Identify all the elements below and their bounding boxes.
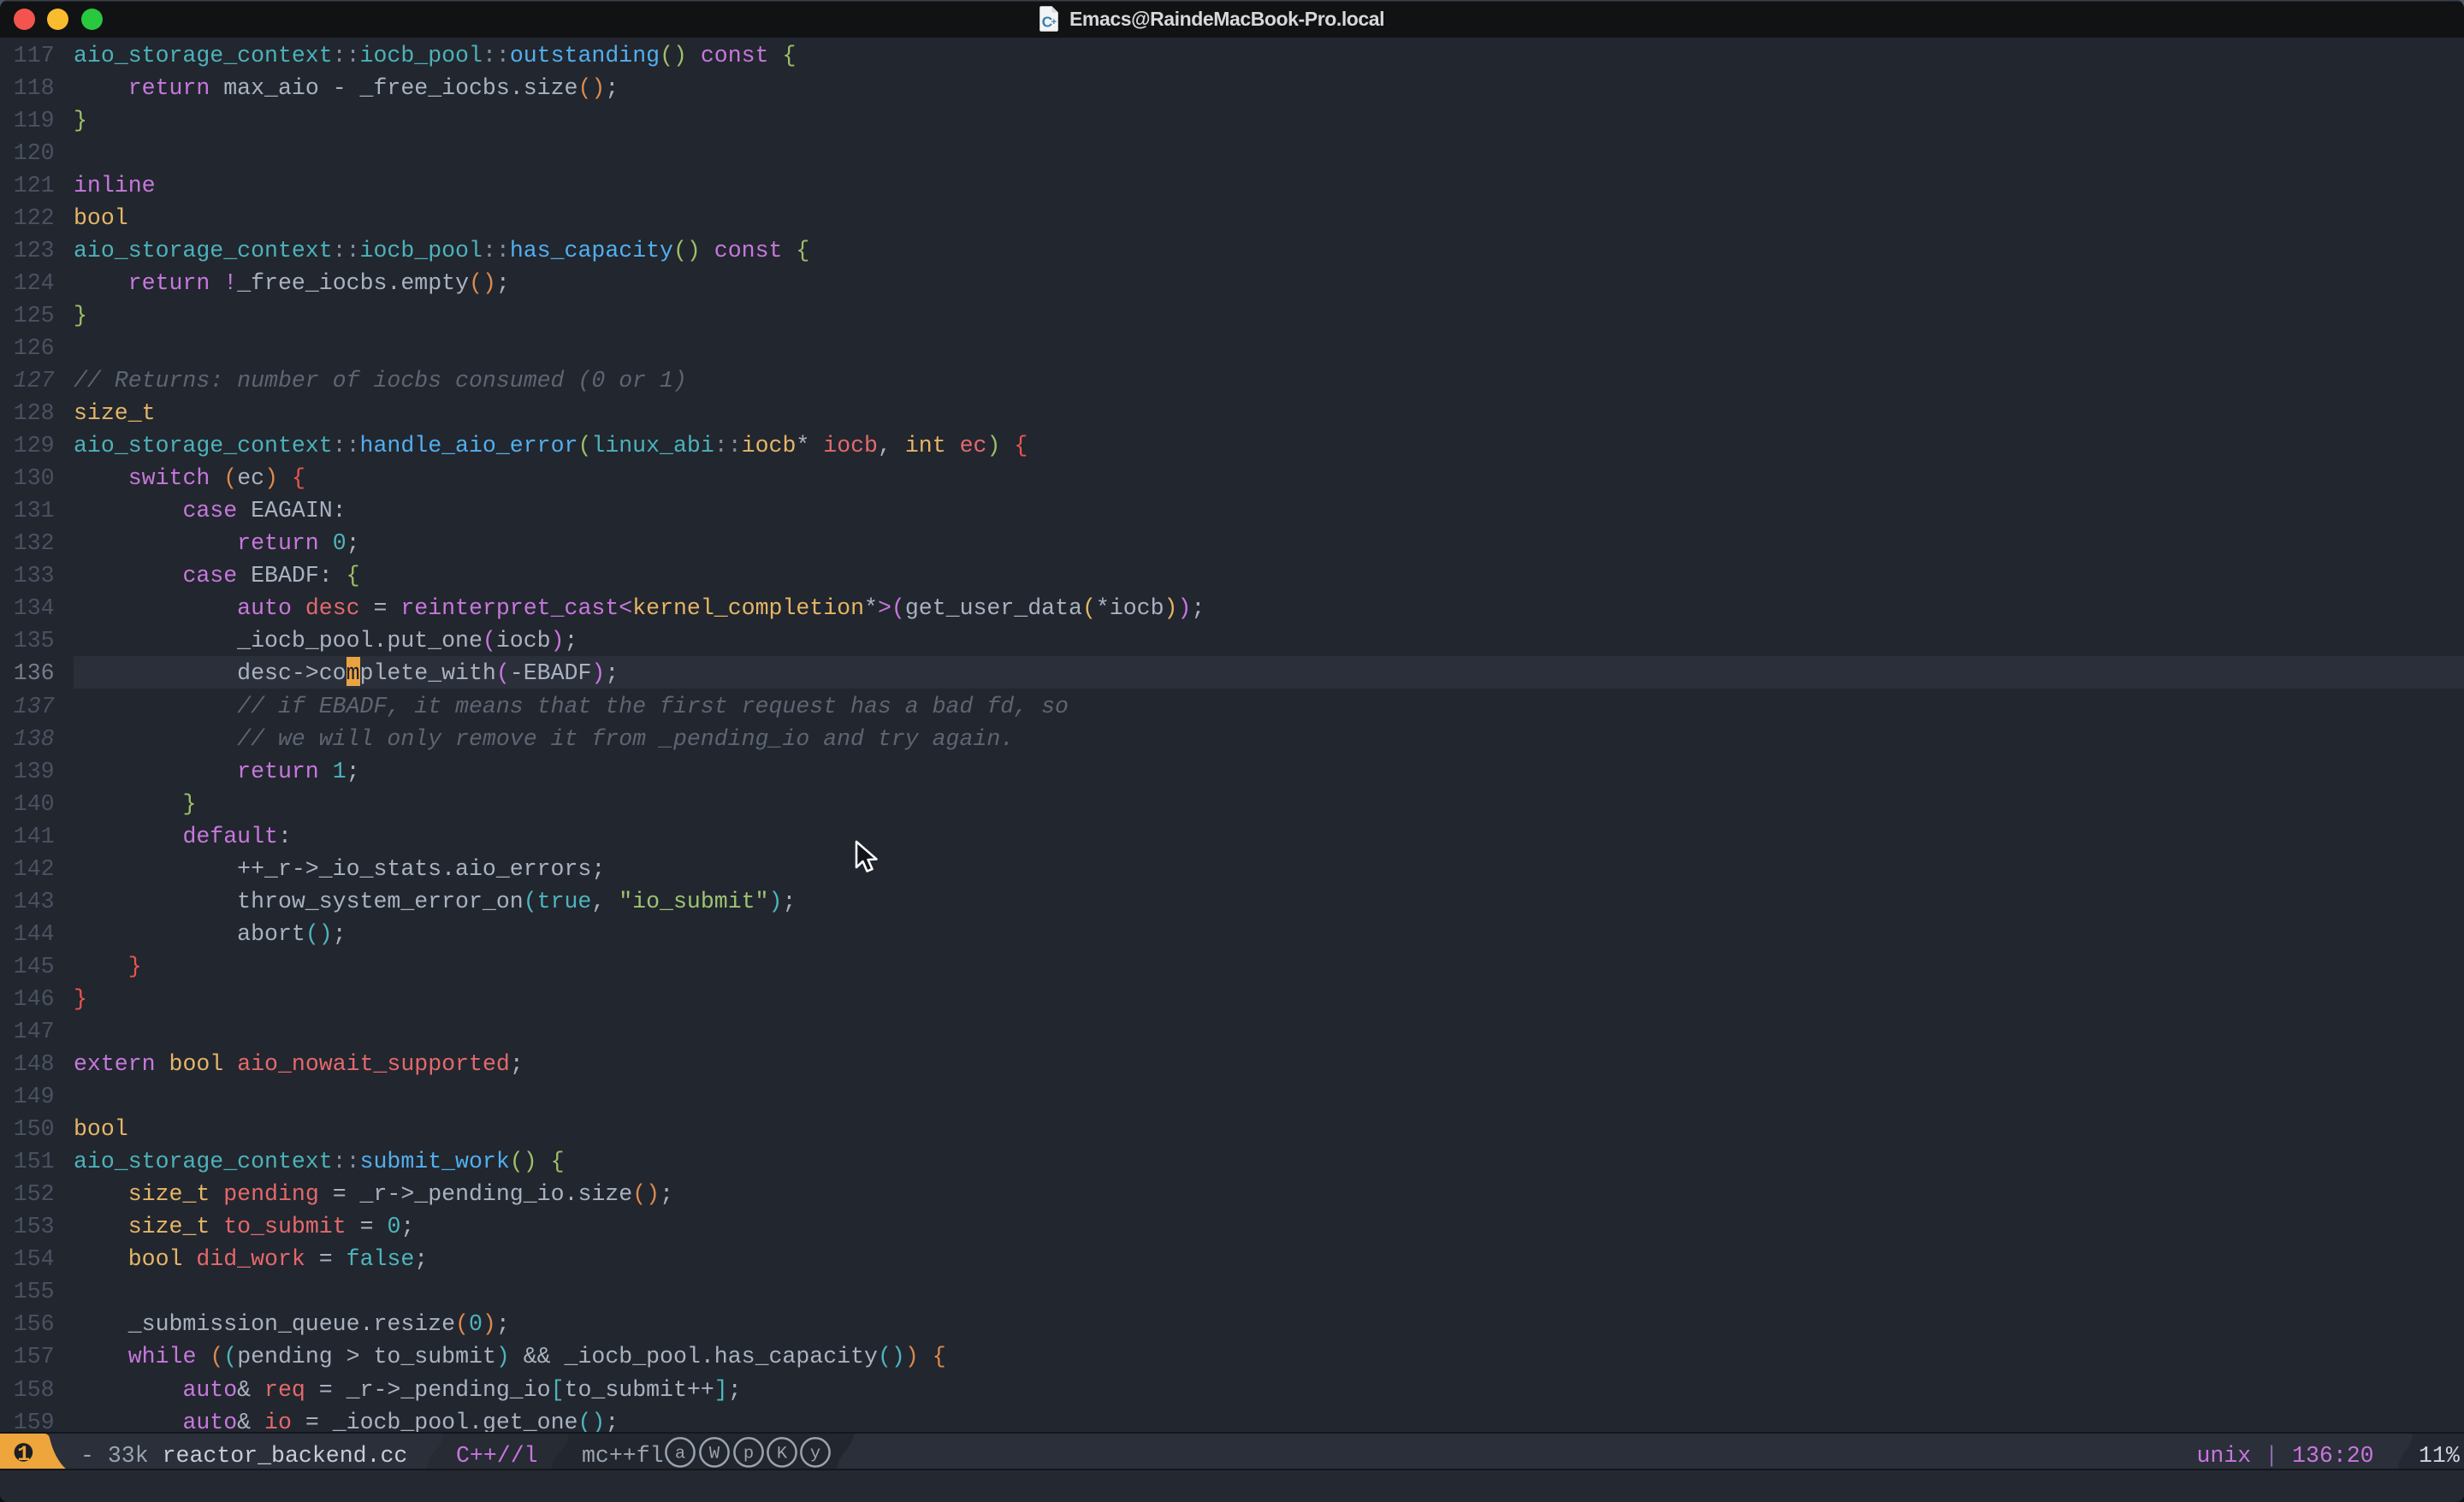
svg-text:K: K: [777, 1445, 788, 1464]
svg-text:y: y: [810, 1445, 820, 1464]
svg-text:W: W: [709, 1445, 720, 1464]
svg-text:+: +: [1051, 17, 1057, 27]
svg-text:a: a: [675, 1445, 685, 1464]
svg-text:p: p: [743, 1445, 754, 1464]
svg-text:1: 1: [17, 1442, 30, 1467]
